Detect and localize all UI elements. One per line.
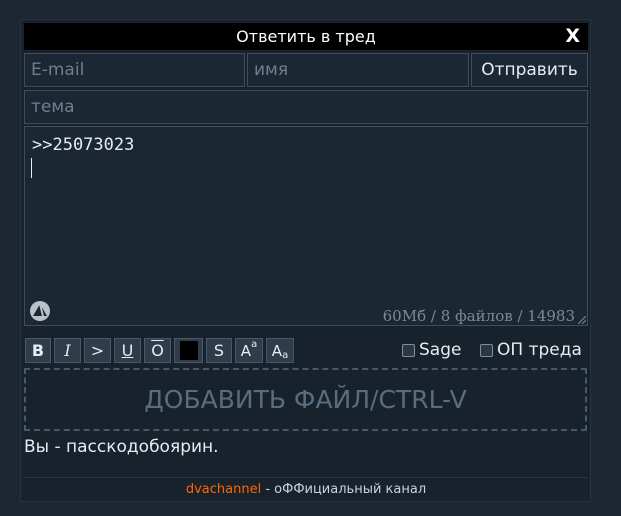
superscript-button[interactable]: Aa bbox=[235, 338, 263, 363]
triangle-logo-icon[interactable] bbox=[29, 300, 51, 322]
spoiler-swatch bbox=[179, 341, 198, 360]
send-button[interactable]: Отправить bbox=[471, 53, 588, 87]
op-checkbox-box[interactable] bbox=[480, 343, 493, 357]
op-checkbox[interactable]: ОП треда bbox=[480, 340, 582, 360]
subscript-small: a bbox=[282, 350, 289, 361]
resize-grip-icon[interactable] bbox=[578, 316, 586, 324]
strikethrough-button[interactable]: S bbox=[206, 338, 232, 363]
italic-button[interactable]: I bbox=[54, 338, 81, 363]
passcode-status: Вы - пасскодобоярин. bbox=[24, 437, 219, 457]
upload-limits-text: 60Мб / 8 файлов / 14983 bbox=[382, 307, 575, 325]
superscript-base: A bbox=[240, 341, 252, 360]
message-text: >>25073023 bbox=[32, 135, 135, 155]
sage-label: Sage bbox=[419, 340, 462, 360]
name-field[interactable] bbox=[247, 53, 469, 87]
window-title: Ответить в тред bbox=[236, 27, 376, 46]
channel-link[interactable]: dvachannel bbox=[186, 482, 261, 497]
close-icon[interactable]: X bbox=[565, 25, 580, 47]
text-caret bbox=[31, 158, 32, 178]
message-textarea[interactable]: >>25073023 60Мб / 8 файлов / 14983 bbox=[24, 126, 588, 326]
spoiler-button[interactable] bbox=[174, 338, 203, 363]
reply-window-titlebar[interactable]: Ответить в тред X bbox=[24, 23, 588, 50]
email-field[interactable] bbox=[24, 53, 245, 87]
sage-checkbox[interactable]: Sage bbox=[402, 340, 461, 360]
subscript-base: A bbox=[271, 341, 283, 360]
subject-field[interactable] bbox=[24, 90, 588, 124]
op-label: ОП треда bbox=[497, 340, 582, 360]
subscript-button[interactable]: Aa bbox=[266, 338, 294, 363]
sage-checkbox-box[interactable] bbox=[402, 343, 415, 357]
file-dropzone[interactable]: ДОБАВИТЬ ФАЙЛ/CTRL-V bbox=[24, 368, 587, 431]
overline-button[interactable]: O bbox=[144, 338, 171, 363]
superscript-small: a bbox=[251, 339, 258, 350]
footer-text: - оФФициальный канал bbox=[261, 482, 427, 497]
underline-button[interactable]: U bbox=[114, 338, 141, 363]
footer: dvachannel - оФФициальный канал bbox=[24, 477, 588, 499]
bold-button[interactable]: B bbox=[25, 338, 51, 363]
quote-button[interactable]: > bbox=[84, 338, 111, 363]
